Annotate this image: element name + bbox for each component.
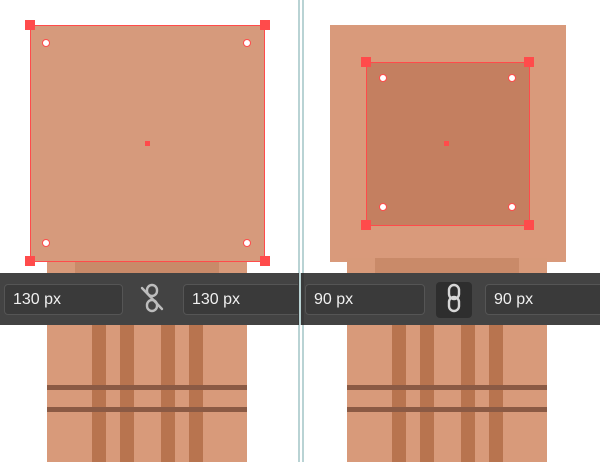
width-field-right[interactable]: 90 px — [305, 284, 425, 315]
stripe — [392, 322, 406, 462]
band — [347, 407, 547, 412]
right-canvas — [304, 0, 600, 462]
constrain-proportions-toggle-right[interactable] — [436, 282, 472, 318]
unlink-icon — [139, 283, 165, 318]
resize-handle-top-right[interactable] — [260, 20, 270, 30]
height-field-left[interactable]: 130 px — [183, 284, 301, 315]
width-field-left[interactable]: 130 px — [4, 284, 123, 315]
band — [347, 385, 547, 390]
height-field-right[interactable]: 90 px — [485, 284, 600, 315]
center-point — [444, 141, 449, 146]
toolbar-separator — [298, 273, 304, 325]
center-point — [145, 141, 150, 146]
constrain-proportions-toggle-left[interactable] — [134, 282, 170, 318]
stripe — [461, 322, 475, 462]
transform-toolbar: 130 px 130 px 90 px 90 px — [0, 273, 600, 325]
corner-widget-top-left[interactable] — [42, 39, 50, 47]
link-icon — [441, 283, 467, 318]
stripe — [92, 322, 106, 462]
resize-handle-top-left[interactable] — [361, 57, 371, 67]
corner-widget-top-left[interactable] — [379, 74, 387, 82]
resize-handle-top-right[interactable] — [524, 57, 534, 67]
band — [47, 385, 247, 390]
resize-handle-bottom-right[interactable] — [260, 256, 270, 266]
stripe — [489, 322, 503, 462]
left-canvas — [0, 0, 298, 462]
corner-widget-top-right[interactable] — [508, 74, 516, 82]
resize-handle-bottom-left[interactable] — [25, 256, 35, 266]
corner-widget-bottom-right[interactable] — [243, 239, 251, 247]
resize-handle-bottom-right[interactable] — [524, 220, 534, 230]
stripe — [189, 322, 203, 462]
resize-handle-top-left[interactable] — [25, 20, 35, 30]
stripe — [420, 322, 434, 462]
band — [47, 407, 247, 412]
corner-widget-top-right[interactable] — [243, 39, 251, 47]
stripe — [120, 322, 134, 462]
resize-handle-bottom-left[interactable] — [361, 220, 371, 230]
corner-widget-bottom-left[interactable] — [379, 203, 387, 211]
corner-widget-bottom-left[interactable] — [42, 239, 50, 247]
stripe — [161, 322, 175, 462]
corner-widget-bottom-right[interactable] — [508, 203, 516, 211]
